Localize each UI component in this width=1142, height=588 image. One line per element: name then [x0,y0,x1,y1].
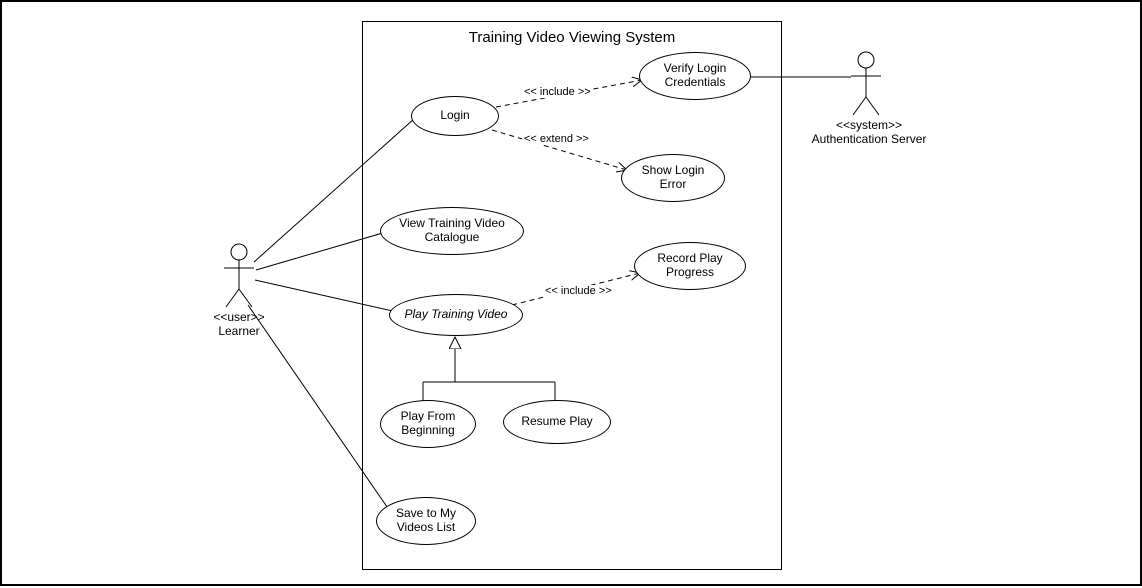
actor-learner-label: <<user>> Learner [207,310,271,339]
assoc-learner-play [255,280,397,312]
actor-auth-stereo: <<system>> [836,118,902,132]
usecase-save: Save to My Videos List [376,497,476,545]
usecase-record-label: Record Play Progress [657,252,722,280]
usecase-showerror-label: Show Login Error [642,164,705,192]
actor-auth-name: Authentication Server [812,132,927,146]
usecase-frombeginning-label: Play From Beginning [401,410,456,438]
actor-learner-stereo: <<user>> [213,310,264,324]
usecase-showerror: Show Login Error [621,154,725,202]
label-extend-login-showerror: << extend >> [522,133,591,145]
usecase-verify: Verify Login Credentials [639,52,751,100]
usecase-login: Login [411,96,499,136]
actor-learner-figure [224,244,254,307]
usecase-save-label: Save to My Videos List [396,507,456,535]
usecase-frombeginning: Play From Beginning [380,400,476,448]
usecase-login-label: Login [440,109,469,123]
usecase-resume: Resume Play [503,400,611,444]
usecase-verify-label: Verify Login Credentials [664,62,727,90]
usecase-catalogue: View Training Video Catalogue [380,207,524,255]
diagram-canvas: Training Video Viewing System [0,0,1142,586]
generalization-play [423,337,555,402]
usecase-resume-label: Resume Play [521,415,592,429]
actor-authserver-figure [851,52,881,115]
usecase-catalogue-label: View Training Video Catalogue [399,217,505,245]
label-include-play-record: << include >> [543,285,614,297]
assoc-learner-catalogue [256,232,386,270]
actor-auth-label: <<system>> Authentication Server [804,118,934,147]
usecase-play: Play Training Video [389,294,523,336]
usecase-play-label: Play Training Video [405,308,508,322]
actor-learner-name: Learner [218,324,259,338]
label-include-login-verify: << include >> [522,86,593,98]
usecase-record: Record Play Progress [634,242,746,290]
